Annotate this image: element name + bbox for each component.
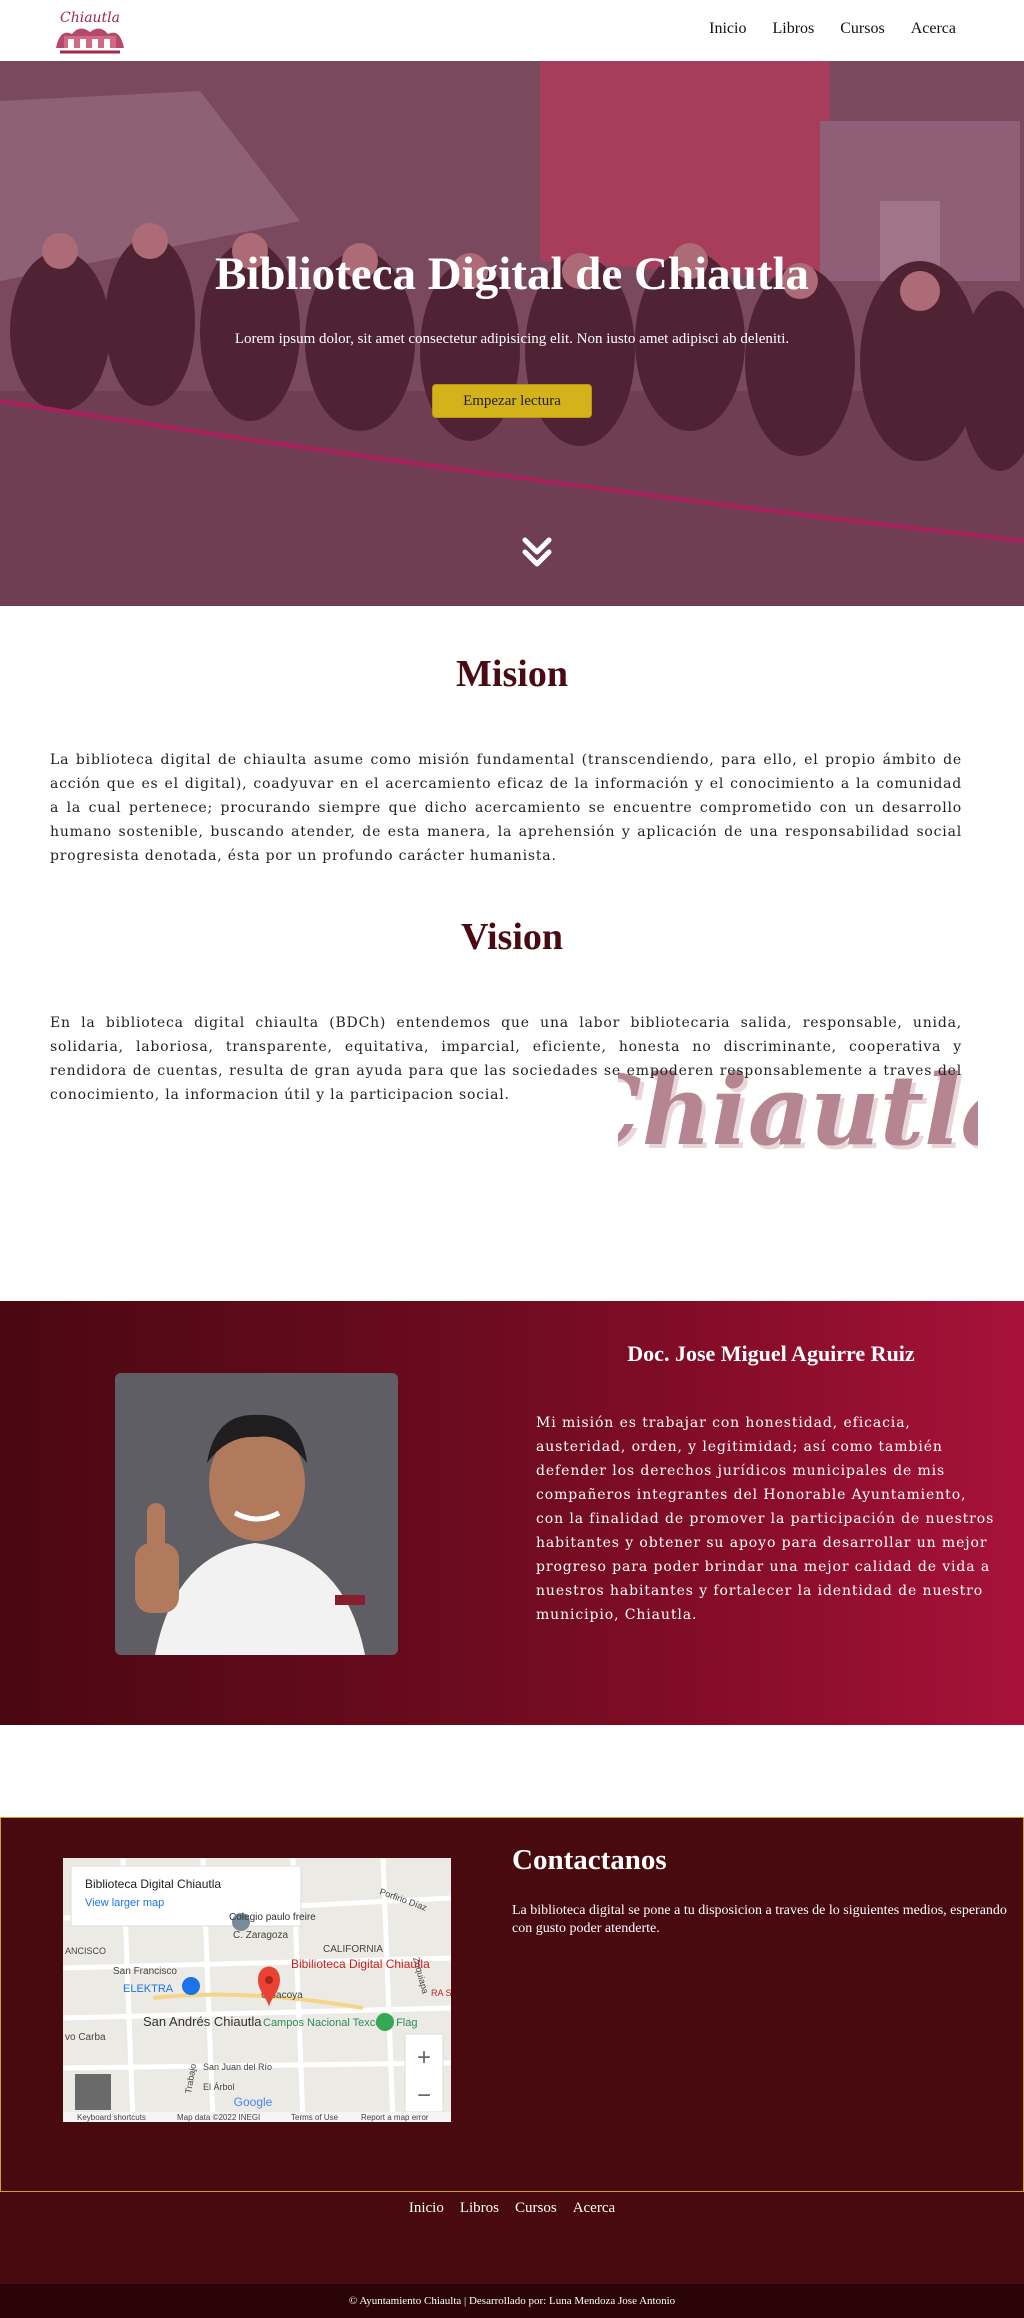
embedded-map[interactable]: Biblioteca Digital Chiautla View larger … bbox=[63, 1858, 451, 2122]
footer-links: Inicio Libros Cursos Acerca bbox=[0, 2200, 1024, 2217]
hero-subtitle: Lorem ipsum dolor, sit amet consectetur … bbox=[234, 331, 790, 347]
contact-section: Biblioteca Digital Chiautla View larger … bbox=[0, 1817, 1024, 2192]
map-label: Campos Nacional Texcoco Flag bbox=[263, 2017, 417, 2029]
vision-title: Vision bbox=[460, 916, 564, 958]
hero-section: Biblioteca Digital de Chiautla Lorem ips… bbox=[0, 61, 1024, 606]
nav-link-inicio[interactable]: Inicio bbox=[709, 20, 746, 38]
logo-text: Chiautla bbox=[60, 10, 120, 26]
map-label: CALIFORNIA bbox=[323, 1944, 383, 1955]
park-icon bbox=[376, 2013, 394, 2031]
footer-link-libros[interactable]: Libros bbox=[460, 2200, 499, 2217]
double-chevron-down-icon[interactable] bbox=[522, 536, 552, 570]
satellite-toggle bbox=[75, 2074, 111, 2110]
footer-link-inicio[interactable]: Inicio bbox=[409, 2200, 444, 2217]
map-canvas[interactable]: Biblioteca Digital Chiautla View larger … bbox=[63, 1858, 451, 2122]
map-label: San Francisco bbox=[113, 1966, 177, 1977]
zoom-out-button: − bbox=[417, 2082, 431, 2109]
hero-title: Biblioteca Digital de Chiautla bbox=[214, 248, 810, 300]
map-label: Colegio paulo freire bbox=[229, 1912, 316, 1923]
map-footer-shortcuts: Keyboard shortcuts bbox=[77, 2113, 146, 2122]
map-label: San Andrés Chiautla bbox=[143, 2014, 262, 2029]
start-reading-button[interactable]: Empezar lectura bbox=[432, 384, 592, 418]
nav-link-acerca[interactable]: Acerca bbox=[911, 20, 956, 38]
map-pin-label: Bibilioteca Digital Chiautla bbox=[291, 1957, 430, 1971]
person-thumbs-up-image bbox=[115, 1373, 398, 1655]
map-label: San Juan del Río bbox=[203, 2062, 272, 2072]
store-icon bbox=[182, 1977, 200, 1995]
map-label: ELEKTRA bbox=[123, 1983, 174, 1995]
vision-text: En la biblioteca digital chiaulta (BDCh)… bbox=[50, 1015, 962, 1103]
mision-title: Mision bbox=[456, 653, 568, 695]
map-label: ANCISCO bbox=[65, 1946, 106, 1956]
map-place-name: Biblioteca Digital Chiautla bbox=[85, 1877, 221, 1891]
mision-text: La biblioteca digital de chiaulta asume … bbox=[50, 752, 962, 864]
map-footer-data: Map data ©2022 INEGI bbox=[177, 2113, 260, 2122]
profile-text: Mi misión es trabajar con honestidad, ef… bbox=[536, 1415, 995, 1623]
zoom-in-button: + bbox=[417, 2044, 431, 2071]
site-footer: Inicio Libros Cursos Acerca © Ayuntamien… bbox=[0, 2192, 1024, 2318]
contact-text: La biblioteca digital se pone a tu dispo… bbox=[512, 1903, 1007, 1936]
map-footer-report: Report a map error bbox=[361, 2113, 429, 2122]
google-logo: Google bbox=[234, 2095, 273, 2109]
profile-section: Doc. Jose Miguel Aguirre Ruiz Mi misión … bbox=[0, 1301, 1024, 1725]
map-label: vo Carba bbox=[65, 2032, 106, 2043]
map-larger-link: View larger map bbox=[85, 1897, 164, 1909]
nav-links: Inicio Libros Cursos Acerca bbox=[709, 20, 956, 38]
map-label: El Árbol bbox=[203, 2082, 235, 2092]
map-footer-terms: Terms of Use bbox=[291, 2113, 339, 2122]
profile-name: Doc. Jose Miguel Aguirre Ruiz bbox=[627, 1341, 915, 1366]
map-label: RA SA bbox=[431, 1988, 451, 1998]
footer-link-acerca[interactable]: Acerca bbox=[573, 2200, 615, 2217]
copyright-bar: © Ayuntamiento Chiaulta | Desarrollado p… bbox=[0, 2284, 1024, 2318]
profile-photo bbox=[115, 1373, 398, 1655]
top-navbar: Chiautla Inicio Libros Cursos Acerca bbox=[0, 0, 1024, 61]
chiautla-logo[interactable]: Chiautla bbox=[50, 4, 130, 56]
map-label: C. Zaragoza bbox=[233, 1930, 288, 1941]
contact-title: Contactanos bbox=[512, 1844, 667, 1876]
nav-link-cursos[interactable]: Cursos bbox=[840, 20, 884, 38]
footer-link-cursos[interactable]: Cursos bbox=[515, 2200, 557, 2217]
nav-link-libros[interactable]: Libros bbox=[772, 20, 814, 38]
